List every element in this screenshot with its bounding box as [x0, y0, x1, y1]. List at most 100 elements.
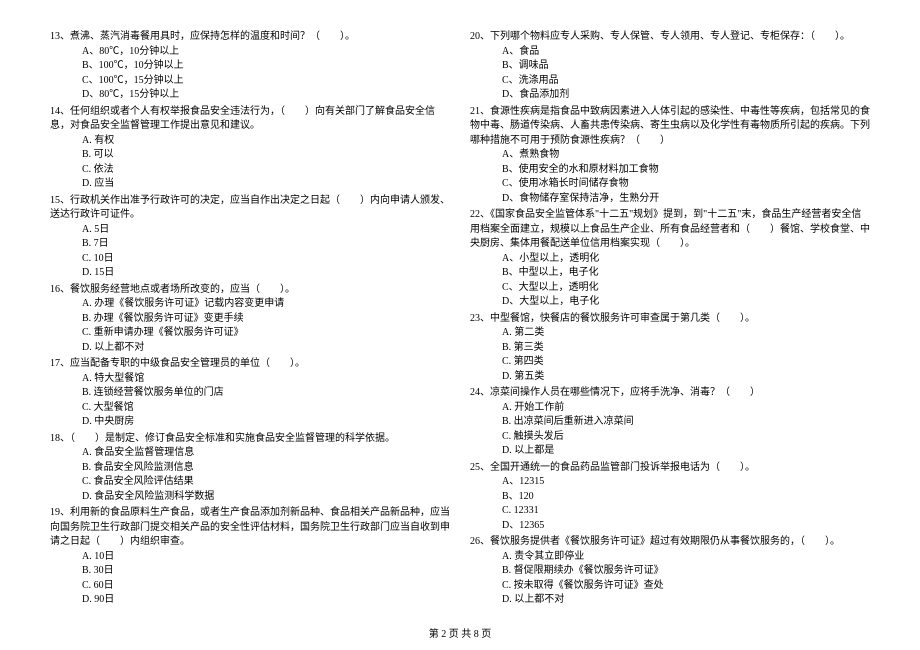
option-item: D. 以上都是 — [502, 444, 870, 459]
options-list: A、12315B、120C. 12331D、12365 — [470, 475, 870, 533]
option-item: A、食品 — [502, 45, 870, 60]
option-item: C. 第四类 — [502, 355, 870, 370]
document-content: 13、煮沸、蒸汽消毒餐用具时，应保持怎样的温度和时间？（ ）。A、80℃，10分… — [50, 30, 870, 610]
option-item: A. 有权 — [82, 134, 450, 149]
option-item: D、12365 — [502, 519, 870, 534]
option-item: A. 5日 — [82, 223, 450, 238]
option-item: C. 依法 — [82, 163, 450, 178]
option-item: D. 90日 — [82, 593, 450, 608]
option-item: B. 7日 — [82, 237, 450, 252]
question-13: 13、煮沸、蒸汽消毒餐用具时，应保持怎样的温度和时间？（ ）。A、80℃，10分… — [50, 30, 450, 103]
option-item: B. 办理《餐饮服务许可证》变更手续 — [82, 312, 450, 327]
options-list: A. 办理《餐饮服务许可证》记载内容变更申请B. 办理《餐饮服务许可证》变更手续… — [50, 297, 450, 355]
option-item: B、使用安全的水和原材料加工食物 — [502, 163, 870, 178]
option-item: D. 应当 — [82, 177, 450, 192]
question-23: 23、中型餐馆，快餐店的餐饮服务许可审查属于第几类（ ）。A. 第二类B. 第三… — [470, 312, 870, 385]
question-22: 22、《国家食品安全监管体系"十二五"规划》提到，到"十二五"末，食品生产经营者… — [470, 208, 870, 310]
option-item: B. 连锁经营餐饮服务单位的门店 — [82, 386, 450, 401]
options-list: A. 有权B. 可以C. 依法D. 应当 — [50, 134, 450, 192]
question-text: 20、下列哪个物料应专人采购、专人保管、专人领用、专人登记、专柜保存：（ ）。 — [470, 30, 870, 45]
question-24: 24、凉菜间操作人员在哪些情况下，应将手洗净、消毒？（ ）A. 开始工作前B. … — [470, 386, 870, 459]
question-20: 20、下列哪个物料应专人采购、专人保管、专人领用、专人登记、专柜保存：（ ）。A… — [470, 30, 870, 103]
question-text: 26、餐饮服务提供者《餐饮服务许可证》超过有效期限仍从事餐饮服务的，（ ）。 — [470, 535, 870, 550]
option-item: C、洗涤用品 — [502, 74, 870, 89]
option-item: A、小型以上，透明化 — [502, 252, 870, 267]
option-item: D. 第五类 — [502, 370, 870, 385]
option-item: D、80℃，15分钟以上 — [82, 88, 450, 103]
question-text: 13、煮沸、蒸汽消毒餐用具时，应保持怎样的温度和时间？（ ）。 — [50, 30, 450, 45]
question-text: 17、应当配备专职的中级食品安全管理员的单位（ ）。 — [50, 357, 450, 372]
option-item: D. 15日 — [82, 266, 450, 281]
options-list: A. 5日B. 7日C. 10日D. 15日 — [50, 223, 450, 281]
question-16: 16、餐饮服务经营地点或者场所改变的，应当（ ）。A. 办理《餐饮服务许可证》记… — [50, 283, 450, 356]
option-item: A. 开始工作前 — [502, 401, 870, 416]
options-list: A. 食品安全监督管理信息B. 食品安全风险监测信息C. 食品安全风险评估结果D… — [50, 446, 450, 504]
options-list: A. 开始工作前B. 出凉菜间后重新进入凉菜间C. 触摸头发后D. 以上都是 — [470, 401, 870, 459]
option-item: A、煮熟食物 — [502, 148, 870, 163]
option-item: C. 按未取得《餐饮服务许可证》查处 — [502, 579, 870, 594]
option-item: A、12315 — [502, 475, 870, 490]
options-list: A、小型以上，透明化B、中型以上，电子化C、大型以上，透明化D、大型以上，电子化 — [470, 252, 870, 310]
option-item: A. 办理《餐饮服务许可证》记载内容变更申请 — [82, 297, 450, 312]
question-text: 18、（ ）是制定、修订食品安全标准和实施食品安全监督管理的科学依据。 — [50, 432, 450, 447]
question-18: 18、（ ）是制定、修订食品安全标准和实施食品安全监督管理的科学依据。A. 食品… — [50, 432, 450, 505]
option-item: C. 重新申请办理《餐饮服务许可证》 — [82, 326, 450, 341]
option-item: D、食品添加剂 — [502, 88, 870, 103]
option-item: C. 60日 — [82, 579, 450, 594]
options-list: A、食品B、调味品C、洗涤用品D、食品添加剂 — [470, 45, 870, 103]
option-item: C. 12331 — [502, 504, 870, 519]
question-text: 24、凉菜间操作人员在哪些情况下，应将手洗净、消毒？（ ） — [470, 386, 870, 401]
option-item: B. 食品安全风险监测信息 — [82, 461, 450, 476]
option-item: C. 触摸头发后 — [502, 430, 870, 445]
question-text: 21、食源性疾病是指食品中致病因素进入人体引起的感染性、中毒性等疾病，包括常见的… — [470, 105, 870, 149]
option-item: B、中型以上，电子化 — [502, 266, 870, 281]
question-17: 17、应当配备专职的中级食品安全管理员的单位（ ）。A. 特大型餐馆B. 连锁经… — [50, 357, 450, 430]
option-item: C、大型以上，透明化 — [502, 281, 870, 296]
option-item: B、调味品 — [502, 59, 870, 74]
option-item: A、80℃，10分钟以上 — [82, 45, 450, 60]
option-item: B、120 — [502, 490, 870, 505]
option-item: D. 中央厨房 — [82, 415, 450, 430]
option-item: C. 大型餐馆 — [82, 401, 450, 416]
question-21: 21、食源性疾病是指食品中致病因素进入人体引起的感染性、中毒性等疾病，包括常见的… — [470, 105, 870, 207]
option-item: A. 第二类 — [502, 326, 870, 341]
option-item: B. 第三类 — [502, 341, 870, 356]
option-item: A. 食品安全监督管理信息 — [82, 446, 450, 461]
option-item: D. 食品安全风险监测科学数据 — [82, 490, 450, 505]
question-text: 22、《国家食品安全监管体系"十二五"规划》提到，到"十二五"末，食品生产经营者… — [470, 208, 870, 252]
question-15: 15、行政机关作出准予行政许可的决定，应当自作出决定之日起（ ）内向申请人颁发、… — [50, 194, 450, 281]
question-14: 14、任何组织或者个人有权举报食品安全违法行为，（ ）向有关部门了解食品安全信息… — [50, 105, 450, 192]
question-text: 25、全国开通统一的食品药品监管部门投诉举报电话为（ ）。 — [470, 461, 870, 476]
options-list: A、80℃，10分钟以上B、100℃，10分钟以上C、100℃，15分钟以上D、… — [50, 45, 450, 103]
option-item: C、100℃，15分钟以上 — [82, 74, 450, 89]
option-item: A. 10日 — [82, 550, 450, 565]
options-list: A. 第二类B. 第三类C. 第四类D. 第五类 — [470, 326, 870, 384]
question-19: 19、利用新的食品原料生产食品，或者生产食品添加剂新品种、食品相关产品新品种，应… — [50, 506, 450, 608]
question-text: 15、行政机关作出准予行政许可的决定，应当自作出决定之日起（ ）内向申请人颁发、… — [50, 194, 450, 223]
question-text: 19、利用新的食品原料生产食品，或者生产食品添加剂新品种、食品相关产品新品种，应… — [50, 506, 450, 550]
question-text: 14、任何组织或者个人有权举报食品安全违法行为，（ ）向有关部门了解食品安全信息… — [50, 105, 450, 134]
right-column: 20、下列哪个物料应专人采购、专人保管、专人领用、专人登记、专柜保存：（ ）。A… — [470, 30, 870, 610]
option-item: A. 特大型餐馆 — [82, 372, 450, 387]
option-item: B. 30日 — [82, 564, 450, 579]
question-text: 16、餐饮服务经营地点或者场所改变的，应当（ ）。 — [50, 283, 450, 298]
options-list: A. 特大型餐馆B. 连锁经营餐饮服务单位的门店C. 大型餐馆D. 中央厨房 — [50, 372, 450, 430]
question-26: 26、餐饮服务提供者《餐饮服务许可证》超过有效期限仍从事餐饮服务的，（ ）。A.… — [470, 535, 870, 608]
option-item: D、食物储存室保持洁净，生熟分开 — [502, 192, 870, 207]
option-item: B. 出凉菜间后重新进入凉菜间 — [502, 415, 870, 430]
option-item: C. 食品安全风险评估结果 — [82, 475, 450, 490]
option-item: C、使用冰箱长时间储存食物 — [502, 177, 870, 192]
option-item: D. 以上都不对 — [82, 341, 450, 356]
option-item: B. 督促限期续办《餐饮服务许可证》 — [502, 564, 870, 579]
page-footer: 第 2 页 共 8 页 — [0, 625, 920, 640]
option-item: D、大型以上，电子化 — [502, 295, 870, 310]
options-list: A. 责令其立即停业B. 督促限期续办《餐饮服务许可证》C. 按未取得《餐饮服务… — [470, 550, 870, 608]
question-25: 25、全国开通统一的食品药品监管部门投诉举报电话为（ ）。A、12315B、12… — [470, 461, 870, 534]
question-text: 23、中型餐馆，快餐店的餐饮服务许可审查属于第几类（ ）。 — [470, 312, 870, 327]
option-item: B. 可以 — [82, 148, 450, 163]
option-item: A. 责令其立即停业 — [502, 550, 870, 565]
option-item: C. 10日 — [82, 252, 450, 267]
option-item: B、100℃，10分钟以上 — [82, 59, 450, 74]
option-item: D. 以上都不对 — [502, 593, 870, 608]
options-list: A、煮熟食物B、使用安全的水和原材料加工食物C、使用冰箱长时间储存食物D、食物储… — [470, 148, 870, 206]
